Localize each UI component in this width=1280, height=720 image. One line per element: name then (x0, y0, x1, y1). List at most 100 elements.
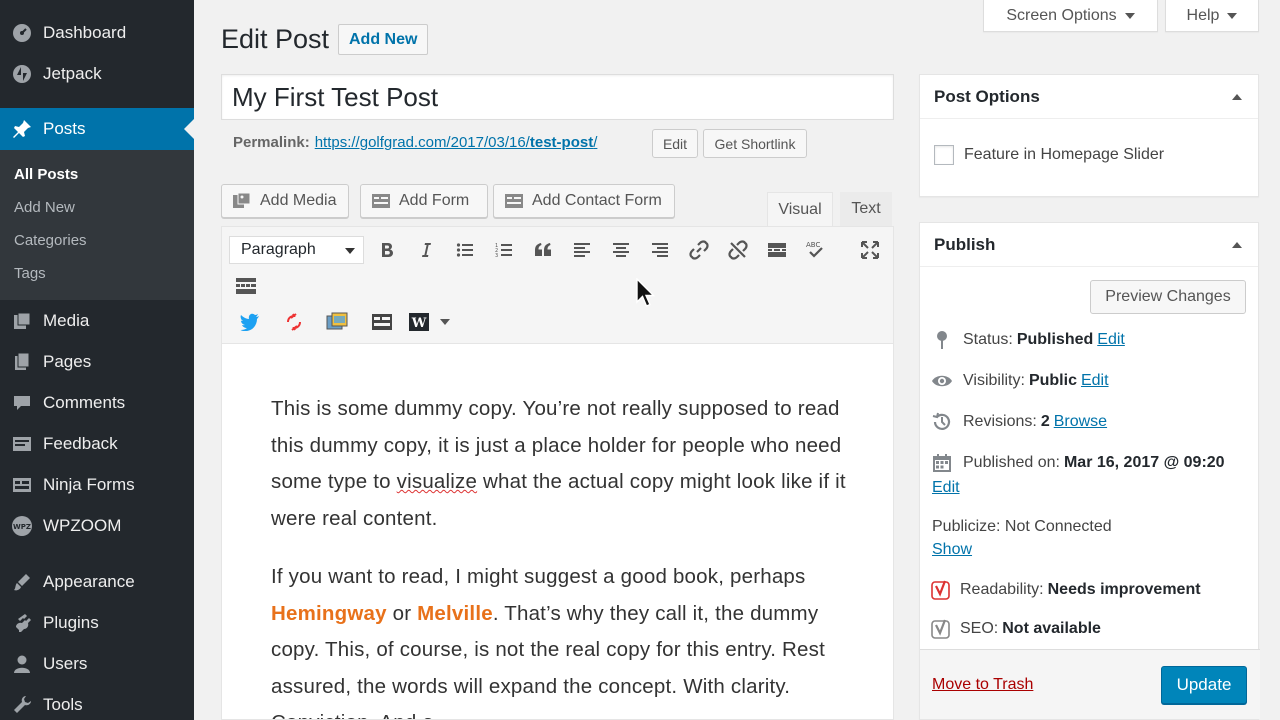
read-more-button[interactable] (764, 237, 790, 263)
wpzoom-dropdown[interactable] (433, 309, 457, 335)
shortcode-button[interactable] (281, 309, 307, 335)
eye-icon (931, 370, 953, 392)
p2-text-or: or (386, 601, 418, 625)
post-options-header[interactable]: Post Options (920, 75, 1258, 119)
twitter-button[interactable] (237, 309, 263, 335)
align-left-button[interactable] (569, 237, 595, 263)
blockquote-button[interactable] (530, 237, 556, 263)
menu-label: WPZOOM (43, 515, 122, 535)
numbered-list-button[interactable]: 123 (491, 237, 517, 263)
publish-header[interactable]: Publish (920, 223, 1258, 267)
content-paragraph-1: This is some dummy copy. You’re not real… (271, 391, 851, 537)
help-button[interactable]: Help (1165, 0, 1259, 32)
add-new-button[interactable]: Add New (338, 24, 429, 55)
tab-visual[interactable]: Visual (767, 192, 833, 226)
p2-text-a: If you want to read, I might suggest a g… (271, 565, 806, 588)
menu-item-wpzoom[interactable]: WPZ WPZOOM (0, 505, 194, 546)
permalink-edit-button[interactable]: Edit (652, 129, 698, 158)
menu-item-tools[interactable]: Tools (0, 684, 194, 720)
highlight-melville: Melville (417, 601, 493, 625)
menu-item-ninja-forms[interactable]: Ninja Forms (0, 464, 194, 505)
highlight-hemingway: Hemingway (271, 601, 387, 625)
menu-label: Posts (43, 119, 86, 138)
publicize-show-link[interactable]: Show (932, 541, 972, 559)
spellcheck-button[interactable]: ABC (803, 237, 829, 263)
submenu-all-posts[interactable]: All Posts (14, 166, 78, 183)
post-options-title: Post Options (934, 86, 1040, 106)
menu-item-feedback[interactable]: Feedback (0, 423, 194, 464)
menu-item-pages[interactable]: Pages (0, 341, 194, 382)
menu-item-media[interactable]: Media (0, 300, 194, 341)
add-contact-form-label: Add Contact Form (532, 192, 662, 209)
permalink-link[interactable]: https://golfgrad.com/2017/03/16/test-pos… (315, 134, 598, 151)
form-embed-button[interactable] (369, 309, 395, 335)
quote-icon (535, 243, 551, 256)
visibility-row: Visibility: Public Edit (931, 370, 1109, 392)
menu-item-plugins[interactable]: Plugins (0, 602, 194, 643)
update-button[interactable]: Update (1161, 666, 1247, 704)
format-select[interactable]: Paragraph (229, 236, 364, 264)
move-to-trash-link[interactable]: Move to Trash (932, 676, 1033, 694)
add-form-button[interactable]: Add Form (360, 184, 488, 218)
seo-value: Not available (1002, 620, 1101, 637)
menu-item-appearance[interactable]: Appearance (0, 561, 194, 602)
menu-item-jetpack[interactable]: Jetpack (0, 53, 194, 94)
link-icon (689, 240, 709, 260)
submenu-categories[interactable]: Categories (14, 232, 87, 249)
tab-text[interactable]: Text (840, 192, 892, 226)
gallery-button[interactable] (324, 309, 350, 335)
chevron-up-icon (1232, 242, 1242, 248)
post-title-input[interactable]: My First Test Post (221, 74, 894, 120)
italic-button[interactable] (413, 237, 439, 263)
feature-slider-checkbox[interactable] (934, 145, 954, 165)
feature-slider-label: Feature in Homepage Slider (964, 146, 1165, 163)
align-center-button[interactable] (608, 237, 634, 263)
published-edit-link[interactable]: Edit (932, 479, 960, 497)
status-edit-link[interactable]: Edit (1097, 331, 1125, 349)
align-right-icon (652, 243, 668, 257)
bullet-list-icon (456, 243, 473, 257)
editor-content-area[interactable]: This is some dummy copy. You’re not real… (221, 344, 894, 720)
help-label: Help (1186, 6, 1220, 24)
menu-item-dashboard[interactable]: Dashboard (0, 12, 194, 53)
fullscreen-button[interactable] (857, 237, 883, 263)
align-right-button[interactable] (647, 237, 673, 263)
appearance-icon (10, 572, 34, 592)
get-shortlink-button[interactable]: Get Shortlink (703, 129, 807, 158)
preview-changes-button[interactable]: Preview Changes (1090, 280, 1246, 314)
add-media-button[interactable]: Add Media (221, 184, 349, 218)
menu-item-users[interactable]: Users (0, 643, 194, 684)
svg-text:ABC: ABC (806, 241, 820, 249)
form-icon (372, 314, 392, 330)
bullet-list-button[interactable] (452, 237, 478, 263)
misspelled-word: visualize (396, 470, 478, 493)
menu-item-comments[interactable]: Comments (0, 382, 194, 423)
readability-value: Needs improvement (1047, 581, 1201, 598)
permalink-label: Permalink: (233, 134, 310, 151)
menu-item-posts[interactable]: Posts (0, 108, 194, 150)
wpzoom-shortcode-button[interactable]: W (406, 309, 432, 335)
toolbar-toggle-button[interactable] (233, 273, 259, 299)
users-icon (10, 654, 34, 674)
insert-link-button[interactable] (686, 237, 712, 263)
revisions-row: Revisions: 2 Browse (931, 411, 1107, 433)
revisions-browse-link[interactable]: Browse (1054, 413, 1107, 431)
permalink-base: https://golfgrad.com/2017/03/16/ (314, 134, 530, 151)
page-title: Edit Post (221, 24, 330, 54)
visibility-edit-link[interactable]: Edit (1081, 372, 1109, 390)
tools-icon (10, 695, 34, 715)
menu-label: Feedback (43, 433, 118, 453)
submenu-tags[interactable]: Tags (14, 265, 46, 282)
add-contact-form-button[interactable]: Add Contact Form (493, 184, 675, 218)
menu-label: Ninja Forms (43, 474, 135, 494)
plugins-icon (10, 613, 34, 633)
remove-link-button[interactable] (725, 237, 751, 263)
submenu-add-new[interactable]: Add New (14, 199, 75, 216)
bold-button[interactable] (374, 237, 400, 263)
twitter-icon (240, 313, 259, 331)
calendar-icon (931, 452, 953, 474)
gallery-icon (326, 312, 348, 330)
yoast-readability-icon (930, 579, 952, 601)
status-label: Status: (963, 331, 1013, 348)
screen-options-button[interactable]: Screen Options (983, 0, 1158, 32)
